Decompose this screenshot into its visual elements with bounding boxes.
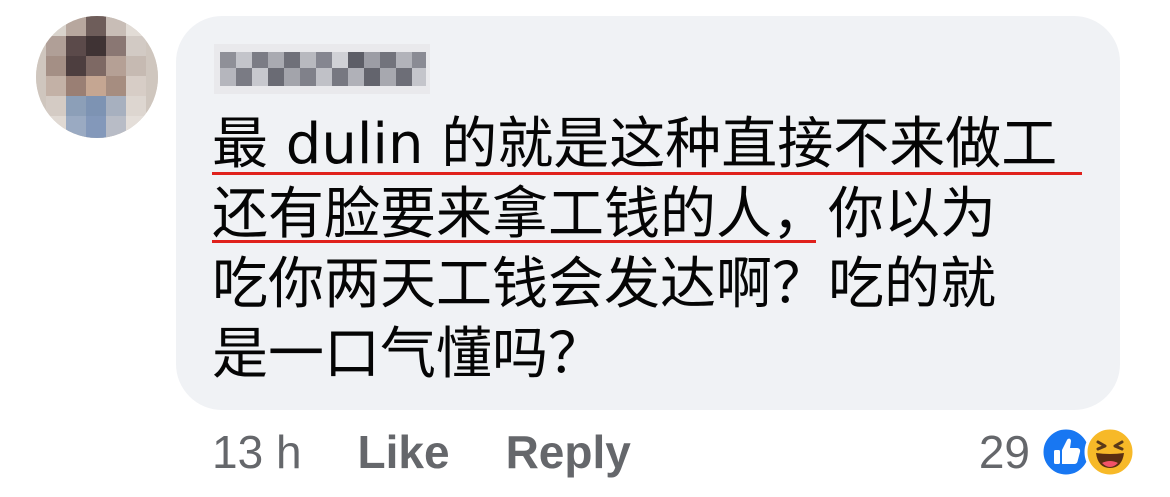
commenter-name-blurred[interactable] [214, 44, 430, 94]
like-button[interactable]: Like [358, 425, 450, 479]
red-underline [212, 240, 816, 243]
comment-line: 是一口气懂吗？ [212, 322, 604, 387]
comment-line: 吃你两天工钱会发达啊？吃的就 [212, 252, 996, 317]
comment-actions: 13 h Like Reply [212, 425, 687, 479]
red-underline [212, 172, 1082, 175]
timestamp[interactable]: 13 h [212, 425, 302, 479]
reactions-summary[interactable]: 29 [979, 425, 1136, 479]
avatar[interactable] [36, 16, 158, 138]
reaction-count[interactable]: 29 [979, 425, 1030, 479]
haha-icon [1084, 426, 1136, 478]
comment-line: 最 dulin 的就是这种直接不来做工 [212, 112, 1058, 177]
comment-text: 最 dulin 的就是这种直接不来做工 还有脸要来拿工钱的人，你以为 吃你两天工… [212, 110, 1102, 390]
reply-button[interactable]: Reply [506, 425, 631, 479]
